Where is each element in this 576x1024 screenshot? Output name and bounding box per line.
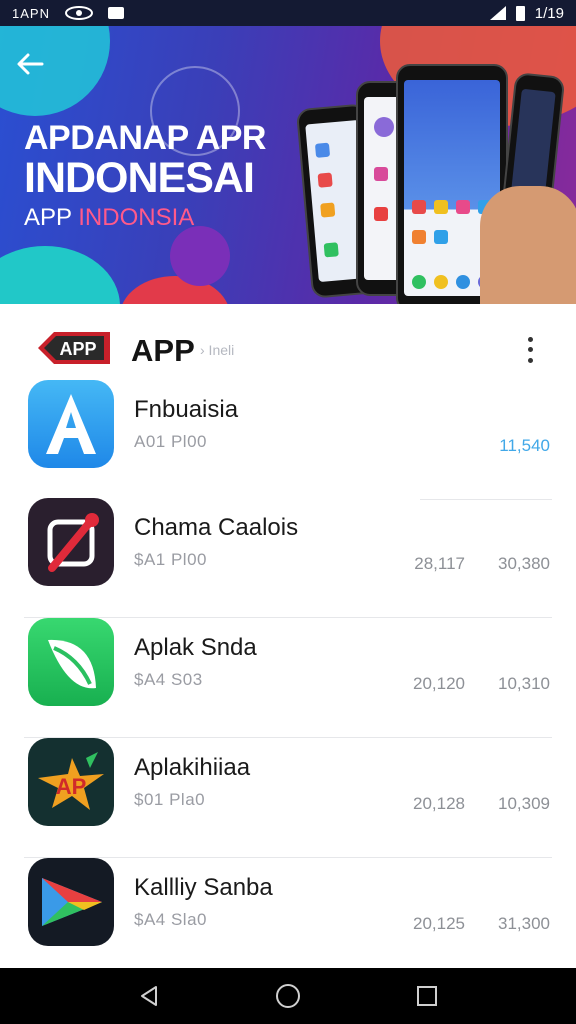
app-stat-2: 11,540 bbox=[499, 436, 550, 455]
list-title: APP bbox=[131, 333, 195, 368]
app-stat-1: 20,120 bbox=[413, 674, 465, 693]
app-stat-2: 31,300 bbox=[498, 914, 550, 933]
app-stat-2: 10,309 bbox=[498, 794, 550, 813]
nav-back-button[interactable] bbox=[129, 976, 169, 1016]
more-vert-icon bbox=[527, 347, 533, 353]
more-vert-icon bbox=[527, 336, 533, 342]
banner-blob bbox=[170, 226, 230, 286]
banner-title-line2: INDONESAI bbox=[24, 154, 255, 202]
back-triangle-icon bbox=[141, 986, 158, 1006]
list-item-app[interactable]: AP Aplakihiiaa $01 Pla0 20,128 10,309 bbox=[0, 738, 576, 858]
hand-illustration bbox=[480, 186, 576, 304]
list-item-app[interactable]: Aplak Snda $A4 S03 20,120 10,310 bbox=[0, 618, 576, 738]
camera-pen-icon bbox=[28, 498, 114, 586]
app-subtitle: $A4 S03 bbox=[134, 670, 203, 689]
app-stat-1: 28,117 bbox=[414, 554, 465, 573]
letter-a-icon bbox=[28, 380, 114, 468]
app-name: Kallliy Sanba bbox=[134, 874, 273, 901]
app-logo: APP bbox=[34, 330, 114, 366]
app-name: Chama Caalois bbox=[134, 514, 299, 541]
app-subtitle: A01 Pl00 bbox=[134, 432, 207, 451]
phones-illustration bbox=[295, 56, 576, 304]
more-vert-icon bbox=[527, 358, 533, 364]
app-name: Fnbuaisia bbox=[134, 396, 239, 423]
status-left-text: 1APN bbox=[12, 5, 50, 21]
app-subtitle: $A1 Pl00 bbox=[134, 550, 207, 569]
status-time: 1/19 bbox=[534, 4, 564, 22]
app-subtitle: $A4 Sla0 bbox=[134, 910, 207, 929]
list-item-app[interactable]: Fnbuaisia A01 Pl00 11,540 bbox=[0, 380, 576, 500]
banner-line3-part1: APP bbox=[24, 204, 72, 231]
banner-title-line3: APP INDONSIA bbox=[24, 204, 194, 232]
app-stat-1: 20,125 bbox=[413, 914, 465, 933]
app-stat-1: 20,128 bbox=[413, 794, 465, 813]
nav-recents-button[interactable] bbox=[407, 976, 447, 1016]
list-subtitle: › Ineli bbox=[200, 342, 235, 358]
app-name: Aplak Snda bbox=[134, 634, 257, 661]
list-item-app[interactable]: Chama Caalois $A1 Pl00 28,117 30,380 bbox=[0, 498, 576, 618]
app-stat-2: 30,380 bbox=[498, 554, 550, 573]
app-name: Aplakihiiaa bbox=[134, 754, 251, 781]
leaf-icon bbox=[28, 618, 114, 706]
banner-title-line1: APDANAP APR bbox=[24, 119, 266, 157]
notification-icon bbox=[107, 7, 124, 19]
more-options-button[interactable] bbox=[518, 334, 542, 366]
list-header: APP APP › Ineli bbox=[0, 304, 576, 380]
svg-text:AP: AP bbox=[56, 774, 87, 799]
status-bar: 1APN 1/19 bbox=[0, 0, 576, 26]
wifi-eye-icon bbox=[64, 6, 93, 20]
signal-icon bbox=[489, 6, 506, 20]
promo-banner[interactable]: APDANAP APR INDONESAI APP INDONSIA bbox=[0, 26, 576, 304]
list-item-app[interactable]: Kallliy Sanba $A4 Sla0 20,125 31,300 bbox=[0, 858, 576, 978]
battery-icon bbox=[515, 5, 525, 21]
app-subtitle: $01 Pla0 bbox=[134, 790, 206, 809]
app-stat-2: 10,310 bbox=[498, 674, 550, 693]
play-triangle-icon bbox=[28, 858, 114, 946]
nav-home-button[interactable] bbox=[268, 976, 308, 1016]
banner-line3-part2: INDONSIA bbox=[78, 204, 195, 231]
app-logo-icon: AP bbox=[28, 738, 114, 826]
system-nav-bar bbox=[0, 968, 576, 1024]
arrow-left-icon bbox=[17, 53, 44, 75]
logo-text: APP bbox=[59, 339, 96, 359]
banner-blob bbox=[0, 246, 120, 304]
recents-square-icon bbox=[416, 986, 437, 1006]
home-circle-icon bbox=[275, 984, 300, 1008]
back-button[interactable] bbox=[14, 50, 46, 78]
app-list-card: APP APP › Ineli Fnbuaisia A01 Pl00 11,54… bbox=[0, 304, 576, 968]
